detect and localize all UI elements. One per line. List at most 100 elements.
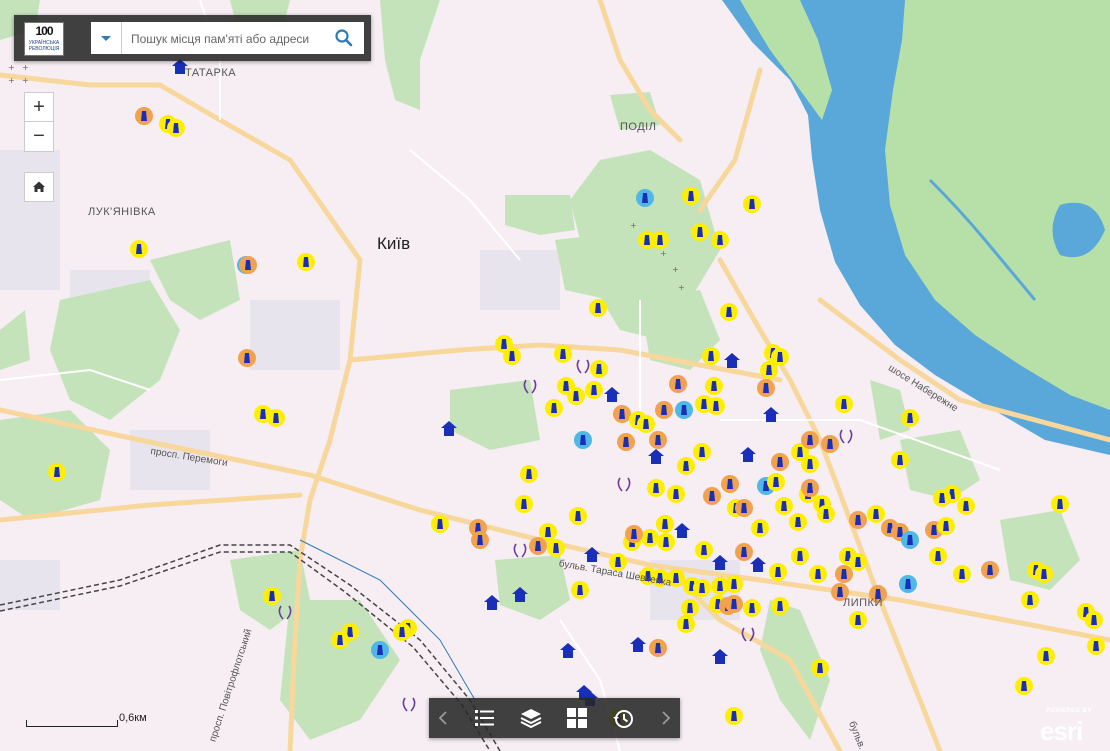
poi-marker-glyph — [477, 535, 483, 545]
poi-marker-glyph — [749, 199, 755, 209]
svg-text:+: + — [22, 76, 29, 85]
project-logo[interactable]: 100 УКРАЇНСЬКА РЕВОЛЮЦІЯ — [24, 22, 64, 56]
poi-marker-glyph — [905, 579, 911, 589]
poi-marker-glyph — [377, 645, 383, 655]
poi-marker-glyph — [827, 439, 833, 449]
poi-marker-glyph — [619, 409, 625, 419]
poi-marker-glyph — [591, 385, 597, 395]
poi-marker-glyph — [575, 511, 581, 521]
poi-marker-glyph — [643, 419, 649, 429]
toolbar-legend-button[interactable] — [461, 698, 507, 738]
poi-marker-glyph — [773, 477, 779, 487]
list-icon — [475, 710, 494, 726]
poi-marker-glyph — [807, 483, 813, 493]
city-label: Київ — [377, 234, 411, 253]
poi-marker-glyph — [399, 627, 405, 637]
zoom-in-button[interactable]: + — [24, 92, 54, 122]
poi-marker-glyph — [501, 339, 507, 349]
poi-marker-glyph — [741, 503, 747, 513]
poi-marker-glyph — [663, 537, 669, 547]
poi-marker-glyph — [1043, 651, 1049, 661]
toolbar-layers-button[interactable] — [507, 698, 553, 738]
poi-marker-glyph — [701, 399, 707, 409]
poi-marker-glyph — [688, 191, 694, 201]
esri-attribution[interactable]: POWERED BY esri — [1040, 708, 1104, 746]
poi-marker-glyph — [657, 235, 663, 245]
poi-marker-glyph — [1057, 499, 1063, 509]
poi-marker-glyph — [823, 509, 829, 519]
poi-marker-glyph — [939, 493, 945, 503]
search-button[interactable] — [324, 22, 364, 54]
poi-marker-glyph — [347, 627, 353, 637]
poi-marker-glyph — [711, 381, 717, 391]
svg-text:+: + — [8, 63, 15, 72]
home-icon — [33, 181, 45, 192]
poi-marker-glyph — [943, 521, 949, 531]
zoom-out-button[interactable]: − — [24, 122, 54, 152]
chevron-down-icon — [101, 36, 111, 41]
svg-text:+: + — [660, 249, 667, 258]
poi-marker-glyph — [781, 501, 787, 511]
poi-marker-glyph — [717, 235, 723, 245]
poi-marker-glyph — [545, 527, 551, 537]
poi-marker-glyph — [731, 711, 737, 721]
poi-marker-glyph — [855, 515, 861, 525]
poi-marker-glyph — [1021, 681, 1027, 691]
chevron-left-icon — [438, 711, 447, 725]
svg-text:+: + — [22, 63, 29, 72]
search-source-dropdown[interactable] — [91, 22, 122, 54]
logo-mark: 100 — [35, 24, 53, 38]
poi-marker-glyph — [777, 352, 783, 362]
toolbar-prev-button[interactable] — [429, 698, 459, 738]
poi-marker-glyph — [615, 557, 621, 567]
poi-marker-glyph — [749, 603, 755, 613]
poi-marker-glyph — [713, 401, 719, 411]
toolbar-next-button[interactable] — [650, 698, 680, 738]
toolbar-history-button[interactable] — [599, 698, 645, 738]
poi-marker-glyph — [727, 479, 733, 489]
poi-marker-glyph — [1027, 595, 1033, 605]
poi-marker-glyph — [897, 455, 903, 465]
poi-marker-glyph — [697, 227, 703, 237]
poi-marker-glyph — [897, 527, 903, 537]
poi-marker-glyph — [269, 591, 275, 601]
toolbar-basemap-button[interactable] — [553, 698, 599, 738]
poi-marker-glyph — [797, 447, 803, 457]
poi-marker-glyph — [687, 603, 693, 613]
place-label-tatarka: ТАТАРКА — [185, 67, 237, 79]
map-canvas[interactable]: + + + + + + + + + — [0, 0, 1110, 751]
search-input[interactable] — [129, 28, 323, 50]
poi-marker-glyph — [577, 585, 583, 595]
poi-marker-glyph — [1091, 615, 1097, 625]
poi-marker-glyph — [935, 551, 941, 561]
chevron-right-icon — [662, 711, 671, 725]
poi-marker-glyph — [807, 459, 813, 469]
home-button[interactable] — [24, 172, 54, 202]
poi-marker-glyph — [521, 499, 527, 509]
grid-icon — [567, 708, 587, 728]
poi-marker-glyph — [757, 523, 763, 533]
svg-text:+: + — [672, 265, 679, 274]
poi-marker-glyph — [699, 583, 705, 593]
poi-marker-glyph — [815, 569, 821, 579]
poi-marker-glyph — [795, 517, 801, 527]
svg-text:+: + — [630, 221, 637, 230]
poi-marker-glyph — [54, 467, 60, 477]
poi-marker-glyph — [855, 557, 861, 567]
poi-marker-glyph — [642, 193, 648, 203]
search-icon — [335, 29, 353, 47]
poi-marker-glyph — [987, 565, 993, 575]
esri-logo: esri — [1040, 716, 1083, 746]
poi-marker-glyph — [623, 437, 629, 447]
svg-text:+: + — [678, 283, 685, 292]
search-box — [91, 22, 364, 54]
scale-bar-label: 0,6км — [119, 712, 147, 724]
poi-marker-glyph — [907, 535, 913, 545]
poi-marker-glyph — [673, 489, 679, 499]
poi-marker-glyph — [136, 244, 142, 254]
poi-marker-glyph — [653, 483, 659, 493]
poi-marker-glyph — [337, 635, 343, 645]
place-label-lukianivka: ЛУК'ЯНІВКА — [88, 206, 156, 218]
poi-marker-glyph — [661, 405, 667, 415]
poi-marker-glyph — [807, 435, 813, 445]
